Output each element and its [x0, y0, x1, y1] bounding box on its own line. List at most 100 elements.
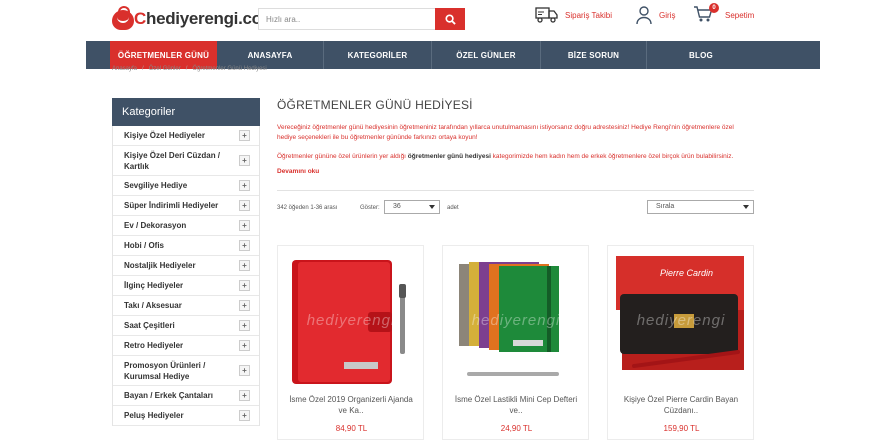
sidebar-item-saat[interactable]: Saat Çeşitleri + [113, 316, 259, 336]
per-page-select[interactable]: 36 [384, 200, 440, 214]
sidebar-item-pelus[interactable]: Peluş Hediyeler + [113, 406, 259, 426]
sidebar-item-kisiye-ozel[interactable]: Kişiye Özel Hediyeler + [113, 126, 259, 146]
sidebar-item-super-indirimli[interactable]: Süper İndirimli Hediyeler + [113, 196, 259, 216]
result-count: 342 öğeden 1-36 arası [277, 205, 338, 211]
breadcrumb-separator: / [185, 66, 188, 72]
plus-icon[interactable]: + [239, 365, 250, 376]
product-toolbar: 342 öğeden 1-36 arası Göster: 36 adet Sı… [277, 191, 754, 221]
watermark: hediyerengi [471, 312, 561, 329]
sidebar-item-deri-cuzdan[interactable]: Kişiye Özel Deri Cüzdan / Kartlık + [113, 146, 259, 176]
sidebar-item-label: Takı / Aksesuar [124, 301, 182, 310]
show-label: Göster: [360, 205, 380, 211]
order-tracking-label: Sipariş Takibi [565, 10, 612, 20]
category-description: Vereceğiniz öğretmenler günü hediyesinin… [277, 124, 734, 141]
nav-item-bize-sorun[interactable]: BİZE SORUN [541, 41, 647, 69]
search-icon [445, 13, 456, 25]
truck-icon [535, 7, 558, 23]
logo[interactable]: Chediyerengi.com [112, 4, 277, 34]
sidebar-item-label: Sevgiliye Hediye [124, 181, 188, 190]
product-card[interactable]: hediyerengi İsme Özel Lastikli Mini Cep … [442, 245, 589, 440]
product-image-organizer[interactable]: hediyerengi [284, 254, 418, 384]
product-image-notebooks[interactable]: hediyerengi [449, 254, 583, 384]
sidebar-item-cantalar[interactable]: Bayan / Erkek Çantaları + [113, 386, 259, 406]
plus-icon[interactable]: + [239, 220, 250, 231]
sidebar-item-ilginc[interactable]: İlginç Hediyeler + [113, 276, 259, 296]
sidebar-item-ev-dekorasyon[interactable]: Ev / Dekorasyon + [113, 216, 259, 236]
sidebar-item-hobi-ofis[interactable]: Hobi / Ofis + [113, 236, 259, 256]
product-image-wallet[interactable]: Pierre Cardin hediyerengi [614, 254, 748, 384]
sidebar-item-sevgiliye[interactable]: Sevgiliye Hediye + [113, 176, 259, 196]
search-button[interactable] [435, 8, 465, 30]
product-card[interactable]: hediyerengi İsme Özel 2019 Organizerli A… [277, 245, 424, 440]
plus-icon[interactable]: + [239, 130, 250, 141]
sidebar-item-label: Retro Hediyeler [124, 341, 184, 350]
cart-count-badge: 0 [709, 3, 719, 13]
breadcrumb: Anasayfa / Özel Günler / Öğretmenler Gün… [112, 66, 267, 72]
product-name[interactable]: İsme Özel 2019 Organizerli Ajanda ve Ka.… [284, 394, 418, 416]
plus-icon[interactable]: + [239, 240, 250, 251]
nav-item-anasayfa[interactable]: ANASAYFA [217, 41, 324, 69]
sidebar-item-taki-aksesuar[interactable]: Takı / Aksesuar + [113, 296, 259, 316]
plus-icon[interactable]: + [239, 300, 250, 311]
page-title: ÖĞRETMENLER GÜNÜ HEDİYESİ [277, 98, 473, 112]
sidebar-item-label: Süper İndirimli Hediyeler [124, 201, 219, 210]
site-header: Chediyerengi.com Sipariş Takibi Giriş 0 … [0, 0, 880, 40]
product-price: 84,90 TL [335, 424, 368, 433]
plus-icon[interactable]: + [239, 340, 250, 351]
read-more-link[interactable]: Devamını oku [277, 168, 754, 175]
nav-item-ozel-gunler[interactable]: ÖZEL GÜNLER [432, 41, 541, 69]
search-input[interactable] [258, 8, 436, 30]
plus-icon[interactable]: + [239, 410, 250, 421]
sidebar-item-label: Nostaljik Hediyeler [124, 261, 196, 270]
product-name[interactable]: İsme Özel Lastikli Mini Cep Defteri ve.. [449, 394, 583, 416]
category-list: Kişiye Özel Hediyeler + Kişiye Özel Deri … [112, 126, 260, 426]
product-price: 159,90 TL [663, 424, 700, 433]
sort-select[interactable]: Sırala [647, 200, 754, 214]
login-link[interactable]: Giriş [635, 4, 675, 26]
order-tracking-link[interactable]: Sipariş Takibi [535, 4, 612, 26]
breadcrumb-special-days[interactable]: Özel Günler [149, 66, 181, 72]
sidebar-item-label: Peluş Hediyeler [124, 411, 184, 420]
sidebar-item-label: Kişiye Özel Hediyeler [124, 131, 205, 140]
user-icon [636, 6, 652, 25]
nav-item-blog[interactable]: BLOG [647, 41, 755, 69]
plus-icon[interactable]: + [239, 320, 250, 331]
category-sidebar: Kategoriler Kişiye Özel Hediyeler + Kişiy… [112, 98, 260, 440]
sidebar-item-retro[interactable]: Retro Hediyeler + [113, 336, 259, 356]
category-content: ÖĞRETMENLER GÜNÜ HEDİYESİ Vereceğiniz öğ… [277, 98, 754, 221]
sidebar-item-label: Promosyon Ürünleri / Kurumsal Hediye [124, 360, 206, 381]
sidebar-item-label: İlginç Hediyeler [124, 281, 184, 290]
watermark: hediyerengi [306, 312, 396, 329]
sidebar-item-promosyon[interactable]: Promosyon Ürünleri / Kurumsal Hediye + [113, 356, 259, 386]
sidebar-item-nostaljik[interactable]: Nostaljik Hediyeler + [113, 256, 259, 276]
sidebar-heading: Kategoriler [112, 98, 260, 126]
cart-icon-wrap: 0 [693, 3, 719, 25]
plus-icon[interactable]: + [239, 260, 250, 271]
plus-icon[interactable]: + [239, 390, 250, 401]
chevron-down-icon [743, 205, 749, 209]
cart-label: Sepetim [725, 10, 755, 20]
page: Chediyerengi.com Sipariş Takibi Giriş 0 … [0, 0, 880, 440]
breadcrumb-separator: / [142, 66, 144, 72]
product-price: 24,90 TL [500, 424, 533, 433]
product-name[interactable]: Kişiye Özel Pierre Cardin Bayan Cüzdanı.… [614, 394, 748, 416]
logo-text: Chediyerengi.com [134, 9, 277, 28]
plus-icon[interactable]: + [239, 200, 250, 211]
plus-icon[interactable]: + [239, 180, 250, 191]
nav-item-ogretmenler-gunu[interactable]: ÖĞRETMENLER GÜNÜ [110, 41, 217, 69]
product-grid: hediyerengi İsme Özel 2019 Organizerli A… [277, 245, 754, 440]
sidebar-item-label: Ev / Dekorasyon [124, 221, 187, 230]
nav-item-kategoriler[interactable]: KATEGORİLER [324, 41, 432, 69]
cart-link[interactable]: 0 Sepetim [693, 3, 755, 26]
breadcrumb-home[interactable]: Anasayfa [112, 66, 137, 72]
sidebar-item-label: Saat Çeşitleri [124, 321, 175, 330]
watermark: hediyerengi [636, 312, 726, 329]
plus-icon[interactable]: + [239, 280, 250, 291]
brand-box-label: Pierre Cardin [660, 268, 714, 278]
plus-icon[interactable]: + [239, 155, 250, 166]
category-description-2: Öğretmenler gününe özel ürünlerin yer al… [277, 153, 734, 160]
search-bar [258, 8, 465, 30]
product-card[interactable]: Pierre Cardin hediyerengi Kişiye Özel Pi… [607, 245, 754, 440]
main-nav: ÖĞRETMENLER GÜNÜ ANASAYFA KATEGORİLER ÖZ… [86, 41, 820, 69]
sidebar-item-label: Hobi / Ofis [124, 241, 164, 250]
